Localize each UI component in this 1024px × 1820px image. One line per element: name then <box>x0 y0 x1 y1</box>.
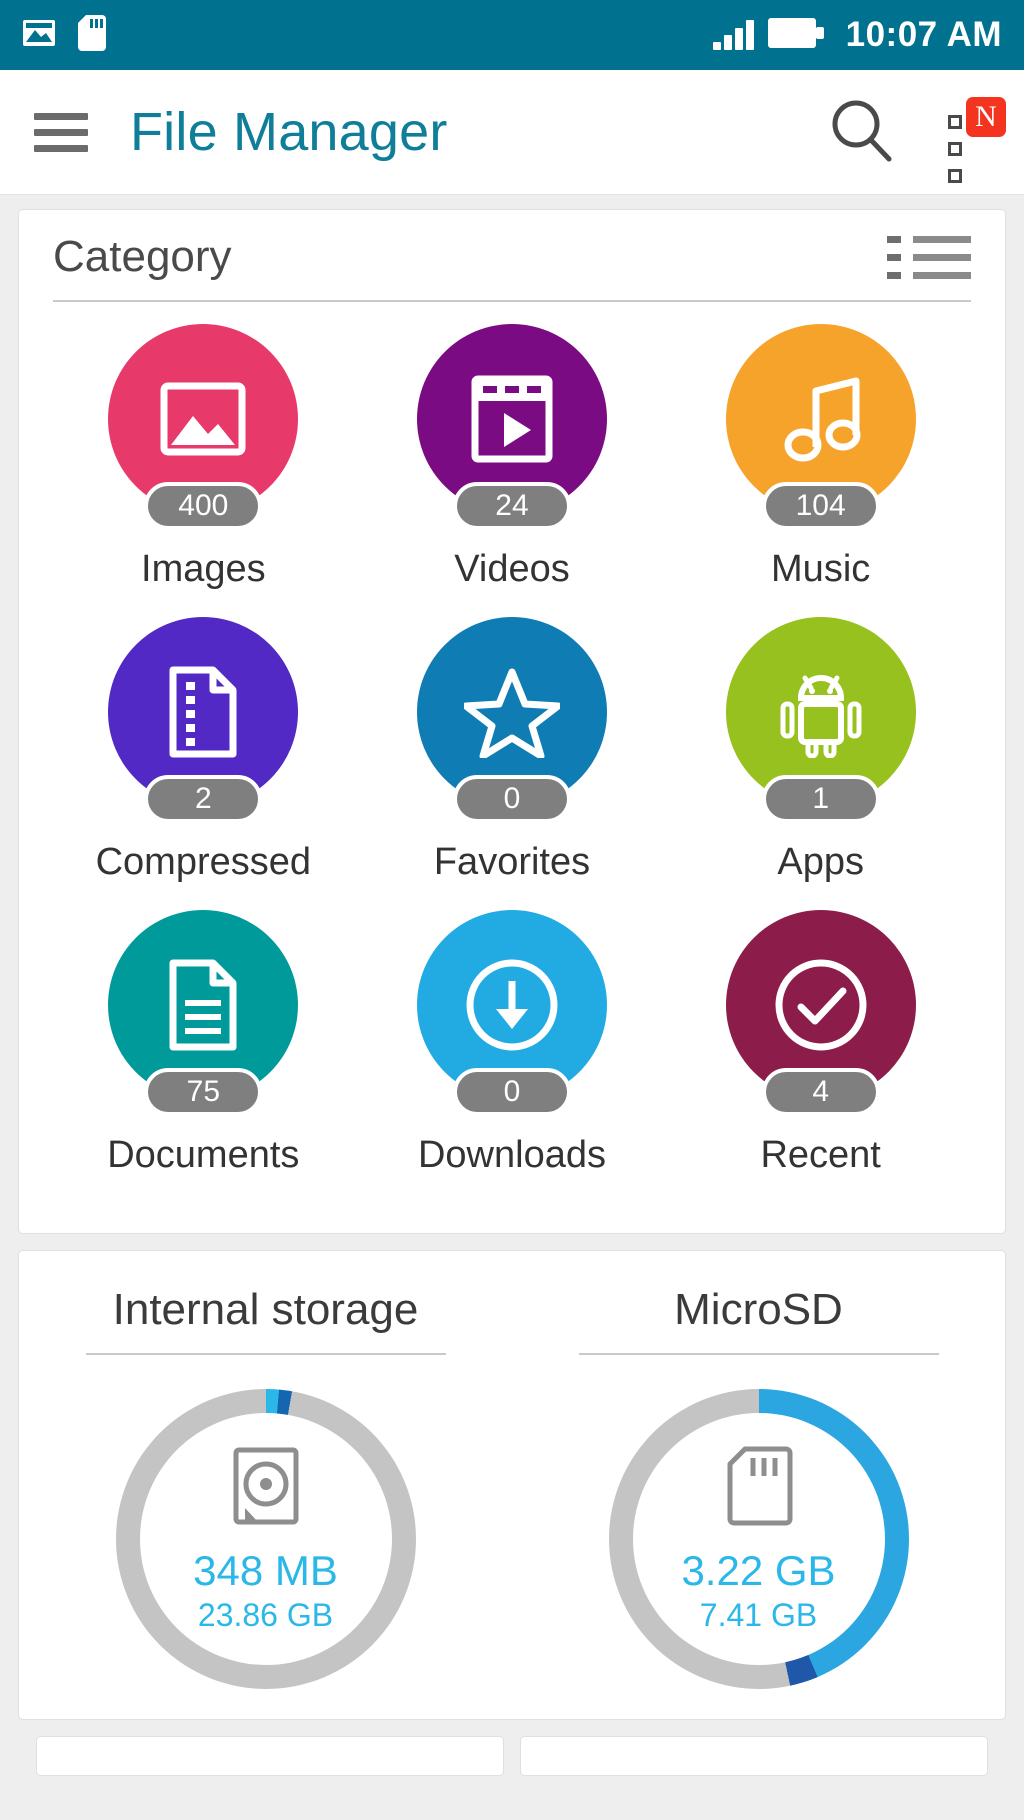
battery-icon <box>767 16 824 55</box>
category-count: 75 <box>144 1068 263 1116</box>
status-bar-right-icons: 10:07 AM <box>712 15 1002 55</box>
category-grid: 400 Images 24 Videos 104 Music 2 Compres… <box>19 302 1005 1233</box>
storage-used: 3.22 GB <box>681 1547 836 1594</box>
category-label: Recent <box>760 1134 881 1176</box>
bottom-card-left[interactable] <box>36 1736 504 1776</box>
image-icon <box>160 382 246 456</box>
storage-donut-chart: 348 MB 23.86 GB <box>115 1389 416 1689</box>
category-item-downloads[interactable]: 0 Downloads <box>358 910 667 1177</box>
category-title: Category <box>53 232 232 281</box>
category-item-apps[interactable]: 1 Apps <box>666 617 975 884</box>
hamburger-icon[interactable] <box>34 112 88 152</box>
hard-disk-icon <box>227 1444 305 1533</box>
category-item-videos[interactable]: 24 Videos <box>358 324 667 591</box>
storage-card: Internal storage 348 MB 23.86 GB MicroSD… <box>18 1250 1006 1720</box>
category-label: Compressed <box>95 841 312 883</box>
category-count: 400 <box>144 482 263 530</box>
list-view-icon[interactable] <box>887 235 971 279</box>
storage-total: 7.41 GB <box>699 1597 818 1633</box>
star-icon <box>463 668 560 758</box>
video-icon <box>471 375 553 463</box>
category-item-documents[interactable]: 75 Documents <box>49 910 358 1177</box>
music-note-icon <box>784 377 861 462</box>
overflow-menu-icon[interactable]: N <box>948 97 1006 183</box>
category-count: 24 <box>452 482 571 530</box>
status-bar-clock: 10:07 AM <box>845 15 1002 54</box>
storage-volume-microsd[interactable]: MicroSD 3.22 GB 7.41 GB <box>512 1269 1005 1689</box>
category-item-recent[interactable]: 4 Recent <box>666 910 975 1177</box>
category-count: 0 <box>452 1068 571 1116</box>
storage-total: 23.86 GB <box>197 1597 334 1633</box>
donut-center: 3.22 GB 7.41 GB <box>632 1413 885 1665</box>
category-label: Favorites <box>433 841 591 883</box>
app-bar-actions: N <box>826 95 1006 183</box>
sdcard-icon <box>78 14 106 56</box>
sd-card-icon <box>723 1444 795 1533</box>
category-count: 4 <box>761 1068 880 1116</box>
storage-donut-chart: 3.22 GB 7.41 GB <box>608 1389 909 1689</box>
divider <box>85 1353 446 1355</box>
category-item-music[interactable]: 104 Music <box>666 324 975 591</box>
status-bar: 10:07 AM <box>0 0 1024 70</box>
status-badge: N <box>966 97 1006 137</box>
category-item-images[interactable]: 400 Images <box>49 324 358 591</box>
category-label: Apps <box>777 841 864 883</box>
status-bar-left-icons <box>22 14 106 56</box>
category-count: 2 <box>144 775 263 823</box>
category-label: Videos <box>454 548 570 590</box>
document-icon <box>169 959 237 1051</box>
app-bar: File Manager N <box>0 70 1024 195</box>
donut-center: 348 MB 23.86 GB <box>139 1413 392 1665</box>
category-item-compressed[interactable]: 2 Compressed <box>49 617 358 884</box>
page-body: Category 400 Images 24 Videos 104 Music … <box>0 195 1024 1790</box>
category-header: Category <box>19 210 1005 302</box>
category-label: Images <box>141 548 266 590</box>
category-label: Music <box>771 548 871 590</box>
category-item-favorites[interactable]: 0 Favorites <box>358 617 667 884</box>
page-title: File Manager <box>130 102 448 162</box>
image-icon <box>22 18 56 53</box>
category-count: 104 <box>761 482 880 530</box>
storage-title: MicroSD <box>674 1285 843 1334</box>
download-arrow-icon <box>466 959 558 1051</box>
storage-volume-internal[interactable]: Internal storage 348 MB 23.86 GB <box>19 1269 512 1689</box>
category-label: Downloads <box>417 1134 606 1176</box>
search-icon[interactable] <box>826 95 896 170</box>
storage-used: 348 MB <box>193 1547 338 1594</box>
bottom-cards-peek <box>18 1736 1006 1776</box>
storage-title: Internal storage <box>112 1285 419 1334</box>
signal-icon <box>712 20 754 50</box>
category-count: 0 <box>452 775 571 823</box>
category-label: Documents <box>107 1134 300 1176</box>
zip-file-icon <box>169 666 237 758</box>
category-card: Category 400 Images 24 Videos 104 Music … <box>18 209 1006 1234</box>
android-icon <box>780 675 862 758</box>
category-count: 1 <box>761 775 880 823</box>
check-circle-icon <box>775 959 867 1051</box>
divider <box>578 1353 939 1355</box>
bottom-card-right[interactable] <box>520 1736 988 1776</box>
